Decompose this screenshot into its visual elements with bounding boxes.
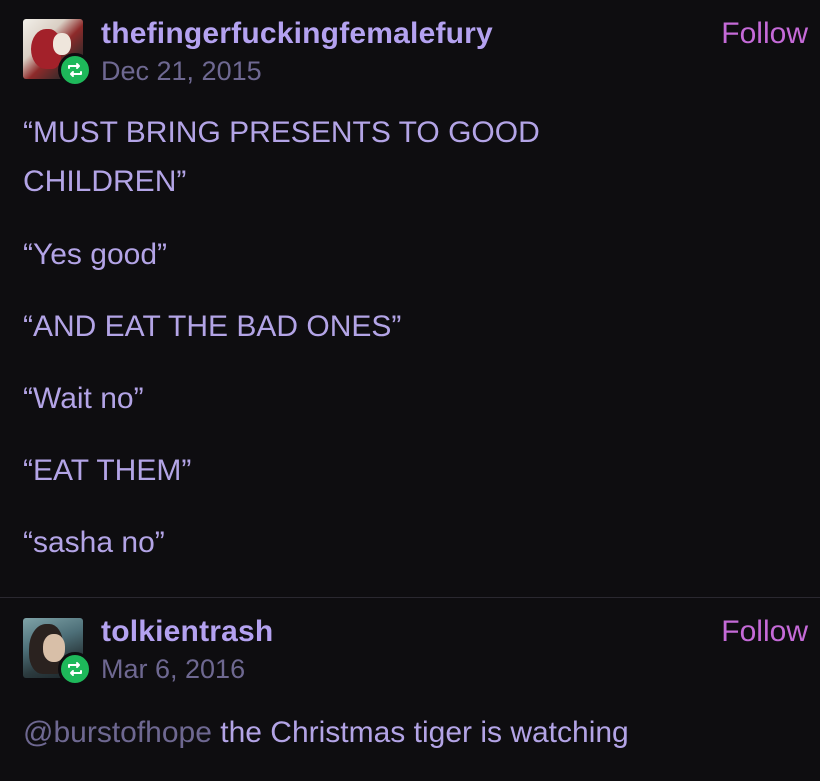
post-date[interactable]: Dec 21, 2015: [101, 56, 262, 87]
post-text-line: CHILDREN”: [23, 165, 187, 198]
reblog-icon: [58, 652, 92, 686]
avatar-face: [53, 33, 71, 55]
post-body-text: the Christmas tiger is watching: [211, 716, 629, 749]
post-1: thefingerfuckingfemalefury Dec 21, 2015 …: [0, 0, 820, 597]
post-text-line: “AND EAT THE BAD ONES”: [23, 310, 402, 343]
post-date[interactable]: Mar 6, 2016: [101, 654, 245, 685]
follow-button[interactable]: Follow: [721, 615, 808, 649]
post-text-line: @burstofhope the Christmas tiger is watc…: [23, 716, 629, 750]
username[interactable]: tolkientrash: [101, 615, 273, 649]
post-text-line: “sasha no”: [23, 526, 165, 559]
post-text-line: “Yes good”: [23, 238, 167, 271]
post-text-line: “Wait no”: [23, 382, 144, 415]
post-text-line: “EAT THEM”: [23, 454, 192, 487]
post-text-line: “MUST BRING PRESENTS TO GOOD: [23, 116, 540, 149]
username[interactable]: thefingerfuckingfemalefury: [101, 17, 493, 51]
follow-button[interactable]: Follow: [721, 17, 808, 51]
reblog-icon: [58, 53, 92, 87]
post-divider: [0, 597, 820, 598]
mention-link[interactable]: @burstofhope: [23, 716, 212, 749]
